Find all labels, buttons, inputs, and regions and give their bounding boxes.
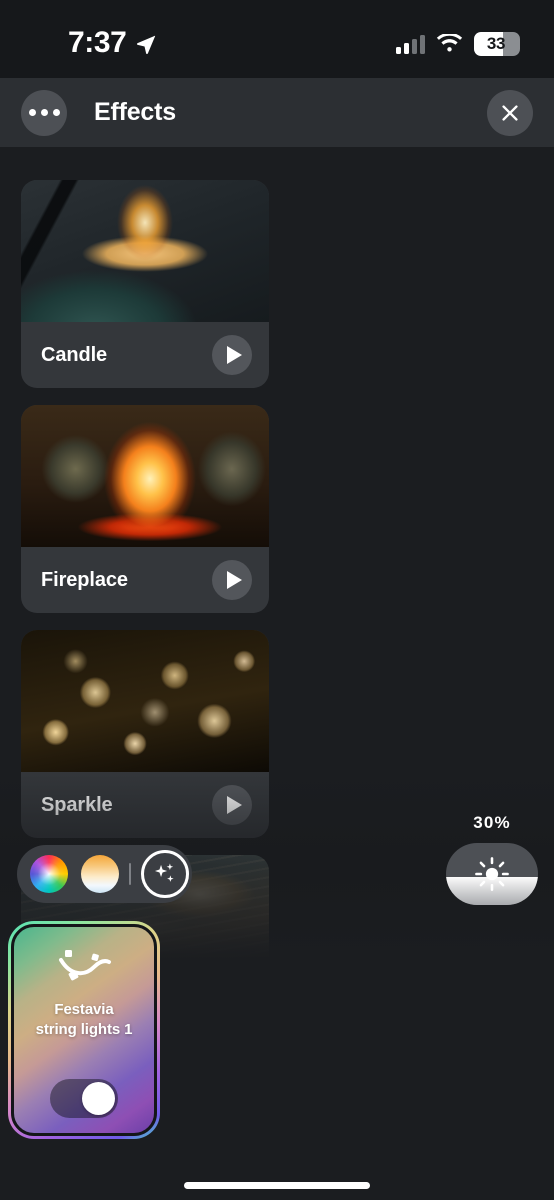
page-title: Effects — [94, 98, 176, 126]
effect-name: Sparkle — [41, 793, 113, 816]
string-lights-icon — [59, 950, 111, 981]
white-temperature-swatch-icon[interactable] — [81, 855, 119, 893]
effect-thumbnail-sparkle — [21, 630, 269, 772]
play-icon[interactable] — [212, 335, 252, 375]
brightness-sun-icon — [475, 857, 509, 891]
more-ellipsis-icon — [28, 109, 60, 116]
effect-card-candle[interactable]: Candle — [21, 180, 269, 388]
effect-thumbnail-candle — [21, 180, 269, 322]
sparkles-icon — [154, 863, 174, 882]
controls-divider — [129, 863, 131, 885]
header-bar: Effects — [0, 78, 554, 147]
status-bar-left: 7:37 — [0, 26, 157, 60]
device-name-line1: Festavia — [54, 1001, 114, 1018]
device-card-festavia[interactable]: Festavia string lights 1 — [8, 921, 160, 1139]
play-icon[interactable] — [212, 1010, 252, 1050]
effect-thumbnail-fireplace — [21, 405, 269, 547]
location-arrow-icon — [137, 35, 156, 55]
effect-card-bar: Fireplace — [21, 547, 269, 613]
toggle-knob — [82, 1082, 115, 1115]
device-card-inner: Festavia string lights 1 — [11, 924, 157, 1136]
effects-mode-button[interactable] — [141, 850, 189, 898]
status-bar-right: 33 — [396, 31, 520, 56]
close-x-icon — [502, 104, 518, 121]
phone-screen: 7:37 33 Effects Candle Fireplace Sparkle… — [0, 0, 554, 1200]
effect-card-sparkle[interactable]: Sparkle — [21, 630, 269, 838]
brightness-slider[interactable] — [446, 843, 538, 905]
cellular-signal-icon — [396, 34, 425, 54]
brightness-value-label: 30% — [473, 813, 511, 832]
effect-card-bar: Candle — [21, 322, 269, 388]
battery-indicator: 33 — [474, 31, 520, 56]
color-wheel-swatch-icon[interactable] — [30, 855, 68, 893]
effect-card-fireplace[interactable]: Fireplace — [21, 405, 269, 613]
battery-percent: 33 — [486, 33, 506, 53]
home-indicator — [184, 1182, 370, 1189]
effect-name: Fireplace — [41, 568, 128, 591]
status-bar: 7:37 33 — [0, 0, 554, 78]
device-name-line2: string lights 1 — [35, 1020, 133, 1038]
play-icon[interactable] — [212, 785, 252, 825]
mode-controls-pill — [17, 845, 192, 903]
effect-name: Candle — [41, 343, 108, 366]
device-name: Festavia string lights 1 — [14, 1000, 154, 1040]
status-time: 7:37 — [68, 26, 127, 59]
wifi-icon — [436, 33, 463, 52]
more-options-button[interactable] — [21, 89, 67, 136]
effect-card-bar: Sparkle — [21, 772, 269, 838]
device-power-toggle[interactable] — [50, 1079, 118, 1118]
play-icon[interactable] — [212, 560, 252, 600]
close-button[interactable] — [487, 89, 533, 136]
